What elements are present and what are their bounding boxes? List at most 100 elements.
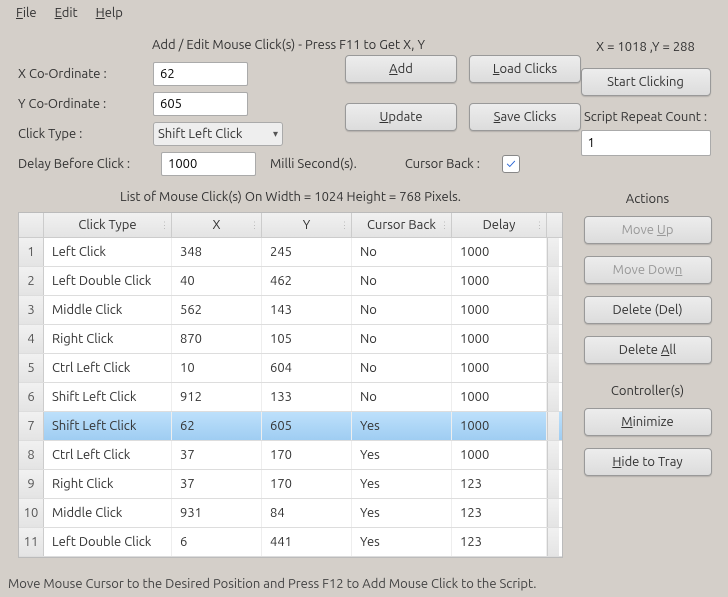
cell-cursor-back: No [352,354,452,382]
hide-to-tray-button[interactable]: Hide to Tray [584,448,712,476]
table-row[interactable]: 5Ctrl Left Click10604No1000 [19,354,562,383]
scrollbar-track[interactable] [547,412,559,440]
scrollbar-track[interactable] [547,238,559,266]
cell-x: 40 [172,267,262,295]
scrollbar-track[interactable] [547,470,559,498]
row-number: 1 [19,238,44,266]
cell-delay: 123 [452,470,547,498]
delete-button[interactable]: Delete (Del) [584,296,712,324]
delete-all-button[interactable]: Delete All [584,336,712,364]
controllers-title: Controller(s) [577,376,718,408]
clicks-table: Click Type⋮ X⋮ Y⋮ Cursor Back⋮ Delay⋮ 1L… [18,212,563,558]
scrollbar-track[interactable] [547,383,559,411]
cell-y: 441 [262,528,352,556]
cell-cursor-back: No [352,296,452,324]
click-type-select[interactable]: Shift Left Click ▾ [153,122,283,146]
menu-edit[interactable]: Edit [47,4,86,22]
cell-delay: 123 [452,528,547,556]
cell-x: 562 [172,296,262,324]
scrollbar-track[interactable] [547,528,559,556]
scrollbar-track[interactable] [547,441,559,469]
row-number: 2 [19,267,44,295]
table-row[interactable]: 4Right Click870105No1000 [19,325,562,354]
table-title: List of Mouse Click(s) On Width = 1024 H… [18,184,563,212]
cell-delay: 1000 [452,383,547,411]
cell-click-type: Left Click [44,238,172,266]
cell-delay: 1000 [452,441,547,469]
x-coord-label: X Co-Ordinate : [18,67,153,81]
cell-delay: 1000 [452,296,547,324]
start-clicking-button[interactable]: Start Clicking [581,68,711,96]
row-number: 4 [19,325,44,353]
cell-y: 170 [262,441,352,469]
scrollbar-track[interactable] [547,354,559,382]
cell-click-type: Ctrl Left Click [44,354,172,382]
menubar: File Edit Help [0,0,728,26]
cell-delay: 1000 [452,325,547,353]
scrollbar-track[interactable] [547,325,559,353]
cell-x: 912 [172,383,262,411]
cell-y: 143 [262,296,352,324]
cell-cursor-back: Yes [352,499,452,527]
table-row[interactable]: 10Middle Click93184Yes123 [19,499,562,528]
move-down-button[interactable]: Move Down [584,256,712,284]
cell-cursor-back: No [352,238,452,266]
coords-readout: X = 1018 ,Y = 288 [573,34,718,68]
script-repeat-input[interactable] [581,130,711,156]
update-button[interactable]: Update [345,103,457,131]
cell-click-type: Right Click [44,325,172,353]
cell-x: 6 [172,528,262,556]
col-header-cursor-back[interactable]: Cursor Back⋮ [352,213,452,237]
scrollbar-track[interactable] [547,267,559,295]
table-row[interactable]: 11Left Double Click6441Yes123 [19,528,562,557]
table-header-row: Click Type⋮ X⋮ Y⋮ Cursor Back⋮ Delay⋮ [19,213,562,238]
table-row[interactable]: 6Shift Left Click912133No1000 [19,383,562,412]
cell-cursor-back: No [352,267,452,295]
table-row[interactable]: 3Middle Click562143No1000 [19,296,562,325]
cell-y: 170 [262,470,352,498]
y-coord-label: Y Co-Ordinate : [18,97,153,111]
cell-click-type: Middle Click [44,296,172,324]
cell-y: 462 [262,267,352,295]
cell-delay: 1000 [452,412,547,440]
menu-file[interactable]: File [8,4,45,22]
delay-input[interactable] [161,152,256,176]
cell-x: 870 [172,325,262,353]
row-number: 8 [19,441,44,469]
table-row[interactable]: 7Shift Left Click62605Yes1000 [19,412,562,441]
minimize-button[interactable]: Minimize [584,408,712,436]
col-header-click-type[interactable]: Click Type⋮ [44,213,172,237]
scrollbar-track[interactable] [547,499,559,527]
cursor-back-checkbox[interactable]: ✓ [502,155,520,173]
table-row[interactable]: 1Left Click348245No1000 [19,238,562,267]
cell-click-type: Shift Left Click [44,412,172,440]
cell-delay: 1000 [452,238,547,266]
cursor-back-label: Cursor Back : [405,157,480,171]
cell-x: 37 [172,470,262,498]
save-clicks-button[interactable]: Save Clicks [469,103,581,131]
move-up-button[interactable]: Move Up [584,216,712,244]
add-button[interactable]: Add [345,55,457,83]
cell-delay: 1000 [452,354,547,382]
table-row[interactable]: 2Left Double Click40462No1000 [19,267,562,296]
col-header-delay[interactable]: Delay⋮ [452,213,547,237]
menu-help[interactable]: Help [88,4,131,22]
col-header-y[interactable]: Y⋮ [262,213,352,237]
table-row[interactable]: 9Right Click37170Yes123 [19,470,562,499]
cell-y: 245 [262,238,352,266]
scrollbar-track[interactable] [547,296,559,324]
cell-x: 348 [172,238,262,266]
cell-click-type: Shift Left Click [44,383,172,411]
table-row[interactable]: 8Ctrl Left Click37170Yes1000 [19,441,562,470]
cell-click-type: Left Double Click [44,267,172,295]
cell-click-type: Ctrl Left Click [44,441,172,469]
col-header-x[interactable]: X⋮ [172,213,262,237]
x-coord-input[interactable] [153,62,248,86]
cell-y: 604 [262,354,352,382]
y-coord-input[interactable] [153,92,248,116]
cell-delay: 1000 [452,267,547,295]
cell-x: 37 [172,441,262,469]
load-clicks-button[interactable]: Load Clicks [469,55,581,83]
cell-cursor-back: Yes [352,441,452,469]
cell-y: 605 [262,412,352,440]
